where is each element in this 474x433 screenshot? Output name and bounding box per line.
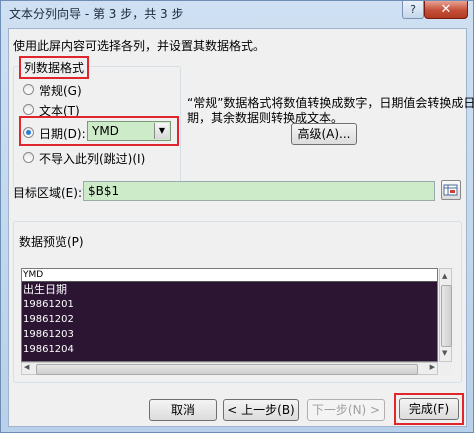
help-button[interactable]: ? (402, 1, 424, 19)
preview-column-header[interactable]: YMD (22, 269, 437, 282)
radio-skip-label: 不导入此列(跳过)(I) (39, 152, 146, 166)
dialog-body: 使用此屏内容可选择各列，并设置其数据格式。 列数据格式 常规(G) 文本(T) … (8, 28, 474, 427)
radio-text-indicator[interactable] (23, 104, 34, 115)
advanced-button[interactable]: 高级(A)... (291, 123, 357, 145)
preview-row: 19861203 (23, 329, 74, 340)
range-picker-glyph (443, 184, 458, 196)
scroll-right-icon[interactable]: ▶ (430, 363, 435, 371)
horizontal-scroll-thumb[interactable] (36, 364, 418, 375)
preview-vertical-scrollbar[interactable]: ▲ ▼ (439, 268, 452, 362)
title-bar[interactable]: 文本分列向导 - 第 3 步，共 3 步 ? ✕ (1, 1, 473, 27)
cancel-button[interactable]: 取消 (149, 399, 217, 421)
radio-general-label: 常规(G) (39, 84, 82, 98)
radio-date-indicator[interactable] (23, 127, 34, 138)
destination-label: 目标区域(E): (13, 186, 82, 200)
dialog-window: 文本分列向导 - 第 3 步，共 3 步 ? ✕ 使用此屏内容可选择各列，并设置… (0, 0, 474, 433)
preview-horizontal-scrollbar[interactable]: ◀ ▶ (21, 362, 438, 375)
destination-input[interactable]: $B$1 (83, 181, 435, 201)
preview-row: 19861202 (23, 314, 74, 325)
vertical-scroll-thumb[interactable] (441, 285, 452, 347)
next-button[interactable]: 下一步(N) > (307, 399, 385, 421)
column-format-label: 列数据格式 (19, 56, 90, 79)
chevron-down-icon[interactable]: ▼ (154, 123, 169, 139)
intro-text: 使用此屏内容可选择各列，并设置其数据格式。 (13, 39, 266, 53)
preview-row: 19861204 (23, 344, 74, 355)
radio-date-label: 日期(D): (39, 127, 86, 141)
date-format-value: YMD (92, 124, 119, 138)
scroll-left-icon[interactable]: ◀ (24, 363, 29, 371)
window-title: 文本分列向导 - 第 3 步，共 3 步 (9, 7, 184, 21)
data-preview-label: 数据预览(P) (19, 235, 84, 249)
preview-column-body[interactable]: 出生日期 19861201 19861202 19861203 19861204 (22, 282, 437, 361)
scroll-down-icon[interactable]: ▼ (442, 349, 447, 357)
preview-row: 出生日期 (23, 283, 67, 296)
close-button[interactable]: ✕ (424, 1, 468, 19)
radio-general-indicator[interactable] (23, 84, 34, 95)
date-format-select[interactable]: YMD ▼ (87, 121, 171, 141)
finish-button[interactable]: 完成(F) (399, 398, 459, 420)
scroll-corner (439, 362, 452, 375)
preview-row: 19861201 (23, 299, 74, 310)
back-button[interactable]: < 上一步(B) (223, 399, 299, 421)
range-picker-icon[interactable] (441, 180, 461, 200)
scroll-up-icon[interactable]: ▲ (442, 272, 447, 280)
data-preview-grid[interactable]: YMD 出生日期 19861201 19861202 19861203 1986… (21, 268, 438, 362)
radio-skip-indicator[interactable] (23, 152, 34, 163)
